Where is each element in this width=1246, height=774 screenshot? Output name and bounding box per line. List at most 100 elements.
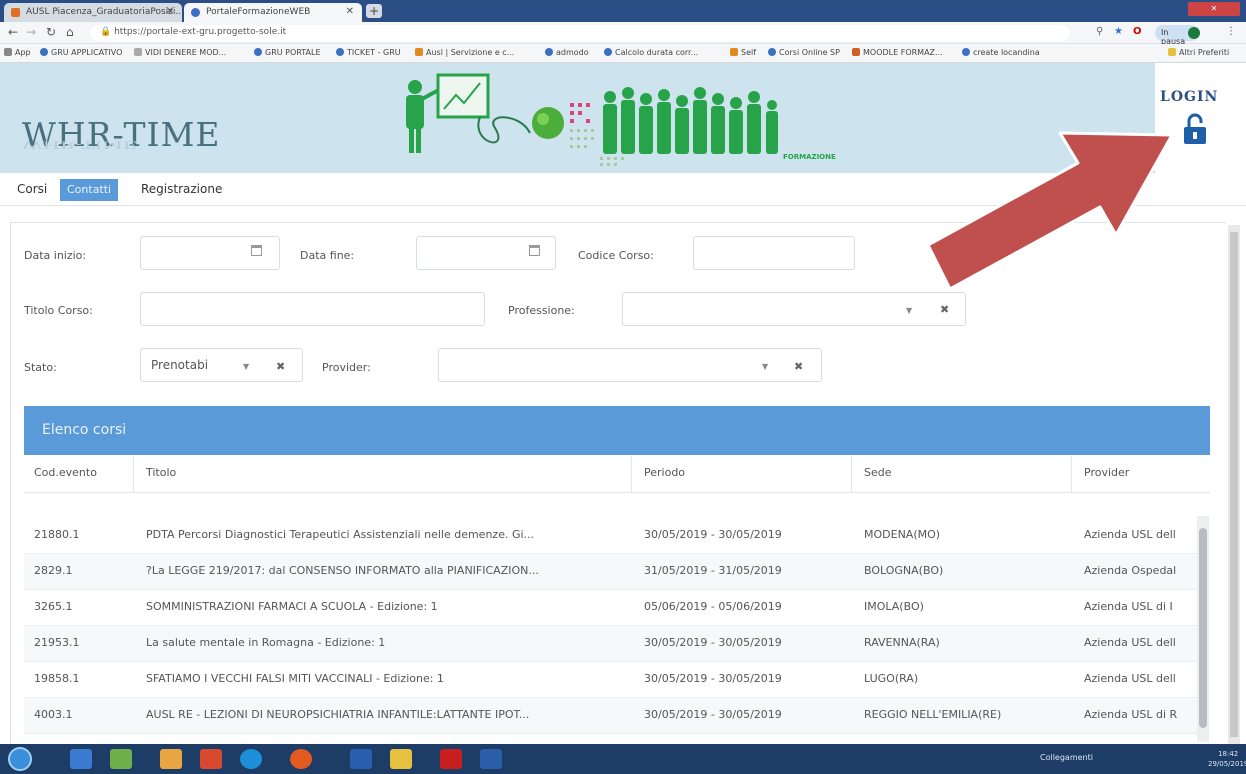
windows-start-icon[interactable] <box>8 747 32 771</box>
forward-arrow-icon[interactable]: → <box>26 25 36 39</box>
bookmark-star-icon[interactable]: ★ <box>1114 26 1123 37</box>
browser-tab-title: PortaleFormazioneWEB <box>206 7 311 17</box>
chevron-down-icon[interactable]: ▼ <box>906 306 912 315</box>
close-icon[interactable]: ✖ <box>794 360 803 373</box>
windows-taskbar: Collegamenti 18:42 29/05/2019 <box>0 744 1246 774</box>
calendar-icon[interactable] <box>529 245 540 256</box>
arrow-annotation-icon <box>926 131 1174 291</box>
close-tab-icon[interactable]: ✕ <box>166 6 174 17</box>
nav-item-contatti[interactable]: Contatti <box>60 179 119 201</box>
cell-periodo: 31/05/2019 - 31/05/2019 <box>644 564 782 577</box>
bookmark-item[interactable]: Altri Preferiti <box>1168 48 1229 57</box>
browser-tab-ausl[interactable]: AUSL Piacenza_GraduatoriaPosizi... ✕ <box>4 3 182 22</box>
bookmark-item[interactable]: Corsi Online SP <box>768 48 840 57</box>
taskbar-acrobat-icon[interactable] <box>440 749 462 769</box>
taskbar-folder-icon[interactable] <box>390 749 412 769</box>
taskbar-app-icon[interactable] <box>70 749 92 769</box>
taskbar-word-icon[interactable] <box>480 749 502 769</box>
header-divider <box>24 492 1210 493</box>
url-input[interactable]: 🔒 https://portale-ext-gru.progetto-sole.… <box>90 25 1070 41</box>
close-icon[interactable]: ✖ <box>940 303 949 316</box>
column-header-titolo[interactable]: Titolo <box>136 456 632 492</box>
taskbar-clock[interactable]: 18:42 29/05/2019 <box>1208 749 1246 769</box>
professione-label: Professione: <box>508 304 575 317</box>
bookmark-item[interactable]: Self <box>730 48 756 57</box>
bookmark-item[interactable]: GRU APPLICATIVO <box>40 48 122 57</box>
taskbar-ie-icon[interactable] <box>240 749 262 769</box>
ausl-favicon-icon <box>11 8 20 17</box>
cell-periodo: 05/06/2019 - 05/06/2019 <box>644 600 782 613</box>
taskbar-app-icon[interactable] <box>160 749 182 769</box>
cell-sede: RAVENNA(RA) <box>864 636 940 649</box>
cell-cod: 21953.1 <box>34 636 80 649</box>
cell-periodo: 30/05/2019 - 30/05/2019 <box>644 636 782 649</box>
table-row[interactable]: 3265.1 SOMMINISTRAZIONI FARMACI A SCUOLA… <box>24 590 1198 626</box>
bookmark-item[interactable]: VIDI DENERE MOD... <box>134 48 226 57</box>
calendar-icon[interactable] <box>251 245 262 256</box>
new-tab-button[interactable]: + <box>366 4 382 18</box>
table-scrollbar-thumb[interactable] <box>1199 528 1207 728</box>
bookmark-item[interactable]: Calcolo durata corr... <box>604 48 698 57</box>
avatar[interactable] <box>1188 27 1200 39</box>
table-row[interactable]: 19858.1 SFATIAMO I VECCHI FALSI MITI VAC… <box>24 662 1198 698</box>
cell-titolo: ?La LEGGE 219/2017: dal CONSENSO INFORMA… <box>146 564 539 577</box>
cell-provider: Azienda USL dell <box>1084 636 1176 649</box>
reload-icon[interactable]: ↻ <box>46 25 56 39</box>
table-row[interactable]: 21880.1 PDTA Percorsi Diagnostici Terape… <box>24 518 1198 554</box>
clock-time: 18:42 <box>1218 750 1239 758</box>
taskbar-app-icon[interactable] <box>110 749 132 769</box>
taskbar-firefox-icon[interactable] <box>290 749 312 769</box>
taskbar-app-icon[interactable] <box>350 749 372 769</box>
cell-sede: REGGIO NELL'EMILIA(RE) <box>864 708 1002 721</box>
bookmark-item[interactable]: MOODLE FORMAZ... <box>852 48 943 57</box>
bookmark-label: admodo <box>556 48 589 57</box>
cell-cod: 19858.1 <box>34 672 80 685</box>
home-icon[interactable]: ⌂ <box>66 25 74 39</box>
professione-select[interactable] <box>622 292 966 326</box>
back-arrow-icon[interactable]: ← <box>8 25 18 39</box>
bookmark-item[interactable]: GRU PORTALE <box>254 48 321 57</box>
lock-open-icon[interactable] <box>1182 113 1208 145</box>
cell-periodo: 30/05/2019 - 30/05/2019 <box>644 528 782 541</box>
chevron-down-icon[interactable]: ▼ <box>243 362 249 371</box>
bookmark-item[interactable]: create locandina <box>962 48 1040 57</box>
bookmark-item[interactable]: admodo <box>545 48 589 57</box>
portale-favicon-icon <box>191 8 200 17</box>
window-close-icon[interactable]: ✕ <box>1188 2 1240 16</box>
banner-subtitle: FORMAZIONE <box>783 153 836 161</box>
column-header-provider[interactable]: Provider <box>1074 456 1210 492</box>
close-tab-icon[interactable]: ✕ <box>346 6 354 17</box>
provider-label: Provider: <box>322 361 371 374</box>
column-header-cod-evento[interactable]: Cod.evento <box>24 456 134 492</box>
browser-tabstrip: AUSL Piacenza_GraduatoriaPosizi... ✕ Por… <box>0 0 1246 22</box>
codice-corso-label: Codice Corso: <box>578 249 654 262</box>
browser-tab-portale[interactable]: PortaleFormazioneWEB ✕ <box>184 3 362 22</box>
bookmark-item[interactable]: Ausl | Servizione e c... <box>415 48 514 57</box>
tray-connections-label[interactable]: Collegamenti <box>1040 753 1093 762</box>
more-vertical-icon[interactable]: ⋮ <box>1226 26 1236 37</box>
column-header-sede[interactable]: Sede <box>854 456 1072 492</box>
codice-corso-input[interactable] <box>693 236 855 270</box>
opera-extension-icon[interactable]: O <box>1133 26 1142 37</box>
cell-titolo: SOMMINISTRAZIONI FARMACI A SCUOLA - Ediz… <box>146 600 438 613</box>
nav-item-corsi[interactable]: Corsi <box>12 179 52 201</box>
close-icon[interactable]: ✖ <box>276 360 285 373</box>
chevron-down-icon[interactable]: ▼ <box>762 362 768 371</box>
browser-address-bar: ← → ↻ ⌂ 🔒 https://portale-ext-gru.proget… <box>0 22 1246 46</box>
bookmark-item[interactable]: TICKET - GRU <box>336 48 401 57</box>
table-row[interactable]: 4003.1 AUSL RE - LEZIONI DI NEUROPSICHIA… <box>24 698 1198 734</box>
bookmark-label: Calcolo durata corr... <box>615 48 699 57</box>
bookmark-item[interactable]: App <box>4 48 31 57</box>
page-scrollbar-thumb[interactable] <box>1230 232 1238 737</box>
column-header-periodo[interactable]: Periodo <box>634 456 852 492</box>
bookmark-label: create locandina <box>973 48 1040 57</box>
taskbar-app-icon[interactable] <box>200 749 222 769</box>
login-button[interactable]: LOGIN <box>1160 89 1218 105</box>
table-row[interactable]: 21953.1 La salute mentale in Romagna - E… <box>24 626 1198 662</box>
zoom-icon[interactable]: ⚲ <box>1096 26 1103 37</box>
bookmark-label: Corsi Online SP <box>779 48 840 57</box>
titolo-corso-input[interactable] <box>140 292 485 326</box>
nav-item-registrazione[interactable]: Registrazione <box>136 179 227 201</box>
cell-provider: Azienda USL dell <box>1084 528 1176 541</box>
table-row[interactable]: 2829.1 ?La LEGGE 219/2017: dal CONSENSO … <box>24 554 1198 590</box>
